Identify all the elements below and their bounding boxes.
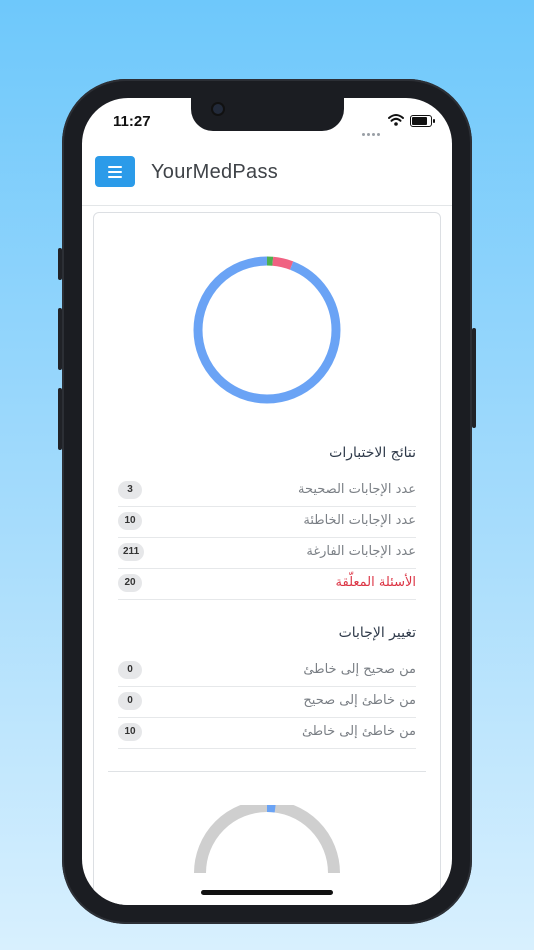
results-section-title: نتائج الاختبارات <box>329 445 416 461</box>
menu-button[interactable] <box>95 156 135 187</box>
row-label: عدد الإجابات الصحيحة <box>298 482 416 497</box>
results-card: نتائج الاختبارات عدد الإجابات الصحيحة 3 … <box>93 212 441 905</box>
signal-icon <box>362 121 382 136</box>
list-item: عدد الإجابات الصحيحة 3 <box>118 475 416 507</box>
count-badge: 211 <box>118 543 145 561</box>
count-badge: 10 <box>118 512 142 530</box>
battery-icon <box>410 115 435 127</box>
volume-up-button <box>58 308 62 370</box>
status-time: 11:27 <box>113 113 151 130</box>
row-label[interactable]: الأسئلة المعلّقة <box>336 575 416 590</box>
row-label: عدد الإجابات الفارغة <box>306 544 416 559</box>
row-label: من خاطئ إلى خاطئ <box>301 724 416 739</box>
count-badge: 3 <box>118 481 142 499</box>
results-donut-chart <box>193 256 341 404</box>
row-label: من خاطئ إلى صحيح <box>303 693 416 708</box>
power-button <box>472 328 476 428</box>
changes-gauge-chart <box>194 805 340 874</box>
donut-slice-empty <box>193 256 341 404</box>
row-label: من صحيح إلى خاطئ <box>303 662 416 677</box>
changes-section-title: تغيير الإجابات <box>338 625 416 641</box>
count-badge: 0 <box>118 692 142 710</box>
count-badge: 0 <box>118 661 142 679</box>
hamburger-icon <box>108 166 122 168</box>
divider <box>108 771 426 772</box>
home-indicator <box>201 890 333 895</box>
gauge-slice-changed <box>266 805 276 813</box>
status-icons <box>354 113 435 136</box>
mute-switch <box>58 248 62 280</box>
volume-down-button <box>58 388 62 450</box>
hamburger-icon-bar <box>108 171 122 173</box>
count-badge: 20 <box>118 574 142 592</box>
app-header: YourMedPass <box>82 143 452 206</box>
list-item: من خاطئ إلى صحيح 0 <box>118 686 416 718</box>
list-item: من خاطئ إلى خاطئ 10 <box>118 717 416 749</box>
wifi-icon <box>388 114 404 126</box>
list-item: عدد الإجابات الخاطئة 10 <box>118 506 416 538</box>
pending-questions-link[interactable]: الأسئلة المعلّقة 20 <box>118 568 416 600</box>
count-badge: 10 <box>118 723 142 741</box>
phone-screen: 11:27 YourMedPass نتائج الاختبارات عدد ا… <box>82 98 452 905</box>
row-label: عدد الإجابات الخاطئة <box>303 513 416 528</box>
list-item: عدد الإجابات الفارغة 211 <box>118 537 416 569</box>
app-title: YourMedPass <box>151 161 279 183</box>
gauge-slice-rest <box>194 805 340 874</box>
list-item: من صحيح إلى خاطئ 0 <box>118 655 416 687</box>
notch <box>191 98 344 131</box>
camera <box>213 104 223 114</box>
hamburger-icon-bar <box>108 176 122 178</box>
